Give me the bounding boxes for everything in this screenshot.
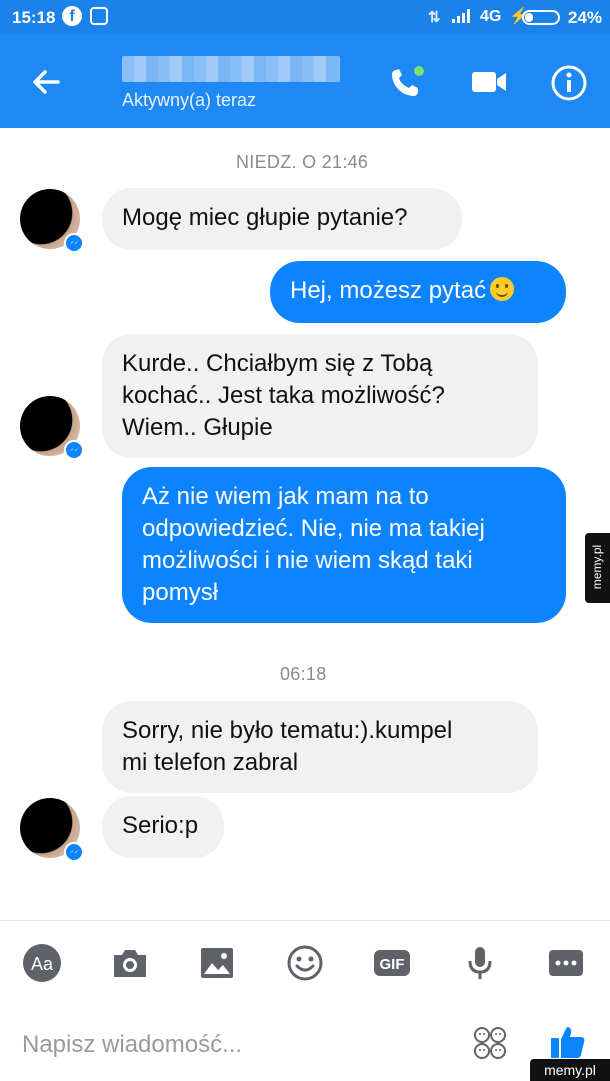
contact-avatar[interactable] bbox=[20, 396, 84, 460]
video-camera-icon[interactable] bbox=[470, 66, 508, 98]
message-list[interactable]: NIEDZ. O 21:46 Mogę miec głupie pytanie?… bbox=[0, 128, 610, 920]
gif-label: GIF bbox=[380, 956, 405, 973]
incoming-message[interactable]: Sorry, nie było tematu:).kumpel mi telef… bbox=[102, 701, 538, 793]
aa-label: Aa bbox=[31, 954, 54, 974]
messenger-badge-icon bbox=[64, 842, 84, 862]
app-icon bbox=[90, 7, 108, 25]
gif-icon: GIF bbox=[374, 950, 410, 976]
battery-fill bbox=[525, 13, 533, 22]
contact-avatar[interactable] bbox=[20, 189, 84, 253]
camera-icon bbox=[114, 950, 146, 977]
phone-call-icon[interactable] bbox=[388, 64, 426, 100]
message-input[interactable]: Napisz wiadomość... bbox=[22, 1031, 242, 1059]
messenger-badge-icon bbox=[64, 233, 84, 253]
voice-button[interactable] bbox=[460, 943, 500, 983]
timestamp-divider: NIEDZ. O 21:46 bbox=[236, 152, 369, 172]
incoming-message[interactable]: Serio:p bbox=[102, 796, 224, 858]
watermark-side: memy.pl bbox=[585, 533, 610, 603]
gif-button[interactable]: GIF bbox=[372, 943, 412, 983]
gallery-button[interactable] bbox=[197, 943, 237, 983]
message-line: pomysł bbox=[142, 579, 219, 606]
composer-bar: Aa GIF Napisz wiadomość... bbox=[0, 920, 610, 1081]
status-bar: 15:18 f ⇅ 4G ⚡ 24% bbox=[0, 0, 610, 34]
battery-icon bbox=[522, 10, 560, 25]
message-line: Kurde.. Chciałbym się z Tobą bbox=[122, 350, 433, 377]
signal-icon bbox=[452, 9, 470, 23]
smiley-emoji-icon bbox=[490, 277, 515, 301]
thumbs-up-icon[interactable] bbox=[548, 1021, 588, 1061]
network-type: 4G bbox=[480, 8, 502, 25]
watermark-text: memy.pl bbox=[590, 544, 604, 590]
more-icon bbox=[549, 950, 583, 976]
message-line: Aż nie wiem jak mam na to bbox=[142, 483, 429, 510]
outgoing-message[interactable]: Aż nie wiem jak mam na to odpowiedzieć. … bbox=[122, 467, 566, 623]
contact-status: Aktywny(a) teraz bbox=[122, 90, 257, 110]
outgoing-message[interactable]: Hej, możesz pytać bbox=[270, 261, 566, 323]
camera-button[interactable] bbox=[110, 943, 150, 983]
message-line: Sorry, nie było tematu:).kumpel bbox=[122, 717, 453, 744]
incoming-message[interactable]: Mogę miec głupie pytanie? bbox=[102, 188, 462, 250]
message-line: Wiem.. Głupie bbox=[122, 414, 273, 441]
facebook-icon: f bbox=[62, 6, 82, 26]
conversation-header: Aktywny(a) teraz bbox=[0, 34, 610, 128]
message-line: odpowiedzieć. Nie, nie ma takiej bbox=[142, 515, 485, 542]
contact-name-redacted[interactable] bbox=[122, 56, 340, 82]
message-line: kochać.. Jest taka możliwość? bbox=[122, 382, 445, 409]
watermark-bottom: memy.pl bbox=[530, 1059, 610, 1081]
data-arrows-icon: ⇅ bbox=[428, 9, 441, 26]
microphone-icon bbox=[468, 947, 492, 979]
incoming-message[interactable]: Kurde.. Chciałbym się z Tobą kochać.. Je… bbox=[102, 334, 538, 458]
aa-icon: Aa bbox=[23, 944, 61, 982]
text-mode-button[interactable]: Aa bbox=[22, 943, 62, 983]
more-button[interactable] bbox=[546, 943, 586, 983]
sticker-icon[interactable] bbox=[472, 1025, 508, 1061]
message-line: możliwości i nie wiem skąd taki bbox=[142, 547, 473, 574]
timestamp-divider: 06:18 bbox=[280, 664, 327, 684]
message-line: mi telefon zabral bbox=[122, 749, 299, 776]
message-text: Hej, możesz pytać bbox=[290, 277, 487, 304]
info-icon[interactable] bbox=[550, 64, 588, 102]
image-icon bbox=[201, 948, 233, 978]
battery-percent: 24% bbox=[568, 8, 603, 27]
back-arrow-icon[interactable] bbox=[28, 64, 64, 100]
contact-avatar[interactable] bbox=[20, 798, 84, 862]
messenger-badge-icon bbox=[64, 440, 84, 460]
emoji-button[interactable] bbox=[285, 943, 325, 983]
status-time: 15:18 bbox=[12, 8, 56, 27]
emoji-icon bbox=[287, 945, 323, 981]
